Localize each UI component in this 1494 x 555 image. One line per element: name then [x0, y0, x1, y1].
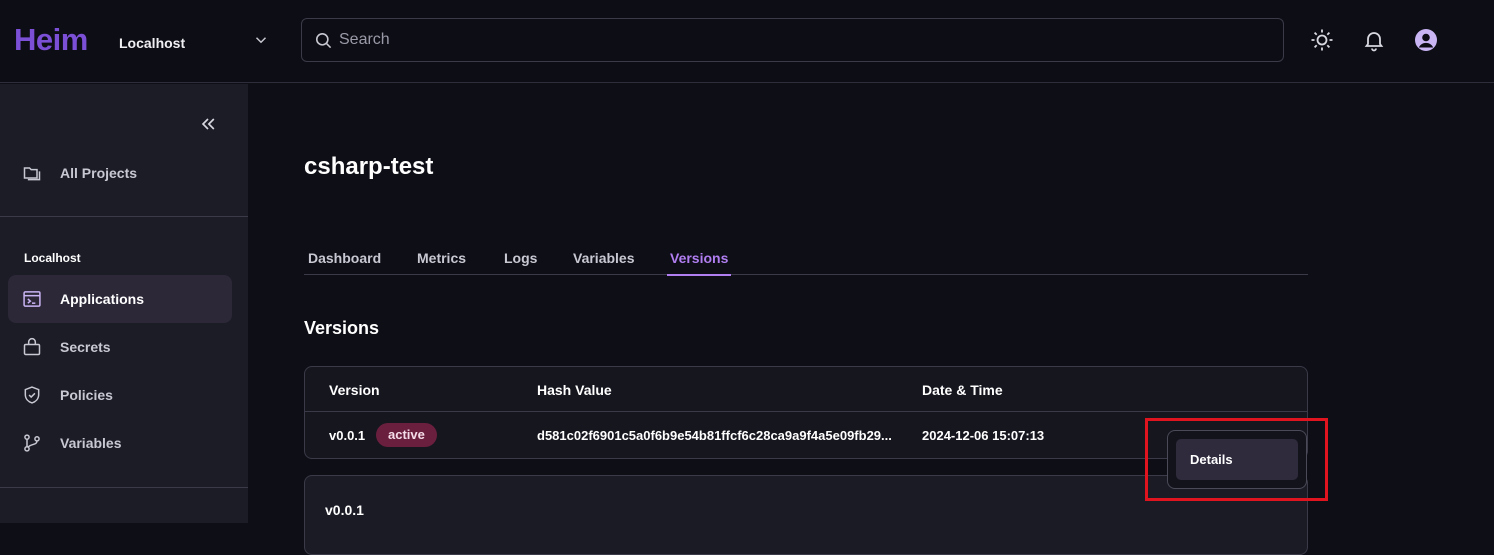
briefcase-icon	[23, 338, 41, 356]
search-input[interactable]	[339, 19, 1269, 61]
page-title: csharp-test	[304, 153, 434, 180]
column-header-version: Version	[329, 382, 380, 398]
row-hash: d581c02f6901c5a0f6b9e54b81ffcf6c28ca9a9f…	[537, 428, 892, 443]
details-label: Details	[1190, 452, 1233, 467]
top-bar: Heim Localhost	[0, 0, 1494, 83]
sidebar-divider	[0, 487, 248, 488]
sidebar-item-label: All Projects	[60, 165, 138, 181]
shield-check-icon	[24, 386, 40, 404]
sun-icon[interactable]	[1310, 28, 1334, 52]
search-icon	[315, 32, 332, 49]
sidebar-item-label: Secrets	[60, 339, 111, 355]
versions-table: Version Hash Value Date & Time v0.0.1 ac…	[304, 366, 1308, 459]
sidebar-item-all-projects[interactable]: All Projects	[8, 149, 232, 197]
tab-versions[interactable]: Versions	[667, 250, 732, 276]
section-heading: Versions	[304, 318, 380, 338]
environment-label[interactable]: Localhost	[119, 35, 185, 51]
status-badge: active	[376, 423, 437, 447]
row-version: v0.0.1	[329, 428, 366, 443]
sidebar-item-variables[interactable]: Variables	[8, 419, 232, 467]
sidebar-item-label: Applications	[60, 291, 145, 307]
sidebar-item-label: Variables	[60, 435, 122, 451]
sidebar-divider	[0, 216, 248, 217]
tab-metrics[interactable]: Metrics	[414, 250, 469, 274]
collapse-sidebar-icon[interactable]	[198, 114, 218, 134]
column-header-datetime: Date & Time	[922, 382, 1003, 398]
row-datetime: 2024-12-06 15:07:13	[922, 428, 1045, 443]
app-logo[interactable]: Heim	[14, 22, 88, 58]
sidebar-item-secrets[interactable]: Secrets	[8, 323, 232, 371]
sidebar-item-policies[interactable]: Policies	[8, 371, 232, 419]
tab-bar: Dashboard Metrics Logs Variables Version…	[304, 240, 1308, 276]
chevron-down-icon[interactable]	[252, 31, 270, 49]
bell-icon[interactable]	[1362, 28, 1386, 52]
sidebar-item-label: Policies	[60, 387, 113, 403]
user-avatar-icon[interactable]	[1414, 28, 1438, 52]
git-branch-icon	[24, 434, 40, 452]
column-header-hash: Hash Value	[537, 382, 612, 398]
details-menu-item[interactable]: Details	[1176, 439, 1298, 480]
tab-dashboard[interactable]: Dashboard	[305, 250, 384, 274]
search-box[interactable]	[301, 18, 1284, 62]
tab-logs[interactable]: Logs	[501, 250, 540, 274]
table-header: Version Hash Value Date & Time	[305, 367, 1307, 412]
version-detail-card[interactable]: v0.0.1	[304, 475, 1308, 555]
sidebar-section-title: Localhost	[24, 251, 81, 265]
version-detail-title: v0.0.1	[325, 502, 364, 518]
sidebar: All Projects Localhost Applications Secr…	[0, 84, 248, 523]
sidebar-item-applications[interactable]: Applications	[8, 275, 232, 323]
folders-icon	[23, 167, 41, 181]
tab-variables[interactable]: Variables	[570, 250, 638, 274]
row-context-menu: Details	[1167, 430, 1307, 489]
terminal-window-icon	[23, 291, 41, 307]
